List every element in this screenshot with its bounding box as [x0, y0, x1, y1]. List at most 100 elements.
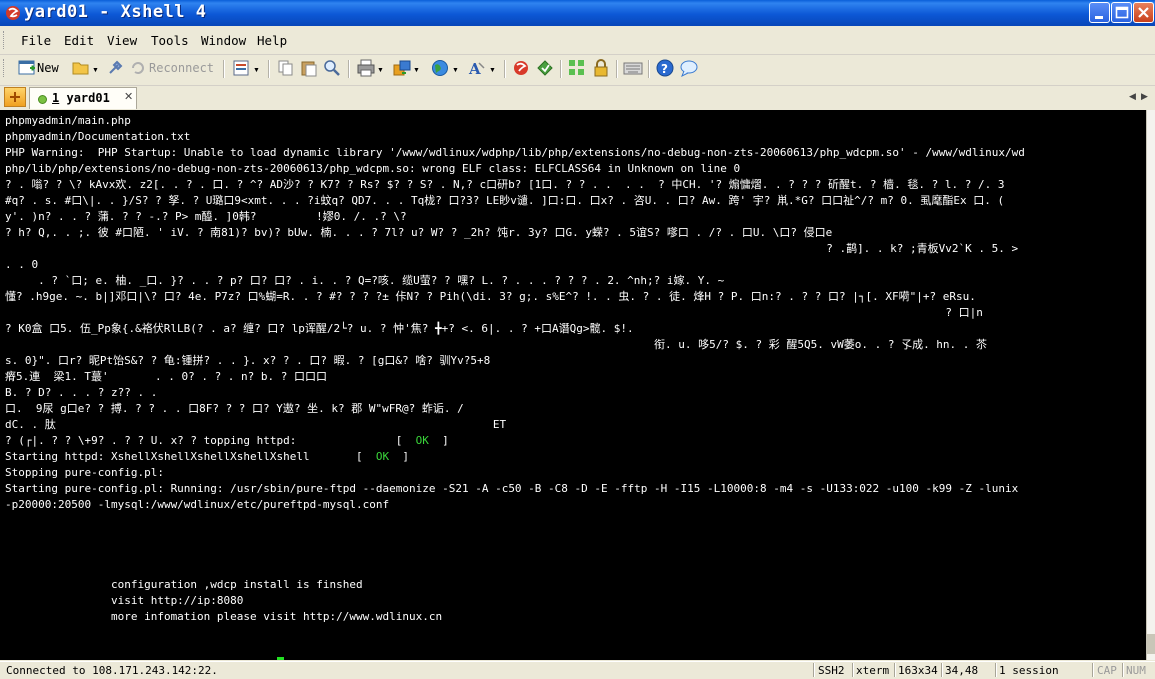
- menu-tools[interactable]: Tools: [151, 33, 189, 48]
- tab-scroll-left-icon[interactable]: ◀: [1129, 91, 1136, 102]
- terminal-prompt[interactable]: -bash-3.2# XshellXshellXshellXshellXshel…: [5, 657, 284, 660]
- chat-icon[interactable]: [680, 59, 698, 79]
- copy-icon[interactable]: [277, 59, 295, 79]
- menubar-grip: [3, 31, 7, 49]
- properties-icon[interactable]: [107, 59, 125, 79]
- svg-text:?: ?: [661, 62, 668, 76]
- terminal-cursor: [276, 657, 284, 660]
- font-dropdown-icon[interactable]: ▼: [489, 67, 496, 74]
- toolbar-separator: [648, 60, 650, 78]
- close-button[interactable]: [1133, 2, 1154, 23]
- tab-label: 1 yard01: [52, 91, 110, 105]
- globe-icon[interactable]: [431, 59, 449, 79]
- toolbar: New ▼ Reconnect ▼ ▼ ▼ ▼ A ▼ ?: [0, 55, 1155, 83]
- status-separator: [852, 663, 854, 677]
- ok-status: OK: [415, 434, 429, 447]
- tab-number: 1: [52, 91, 60, 105]
- terminal-scrollbar[interactable]: [1146, 110, 1155, 660]
- terminal-line: y'. )n? . . ? 蒲. ? ? -.? P> m醯. ]0韩? !嫪0…: [5, 210, 407, 223]
- new-session-icon[interactable]: [18, 59, 36, 79]
- terminal-line: 口. 9尿 g口e? ? 搏. ? ? . . 口8F? ? ? 口? Y遨? …: [5, 402, 464, 415]
- terminal-line: php/lib/php/extensions/no-debug-non-zts-…: [5, 162, 741, 175]
- terminal-line: configuration ,wdcp install is finshed: [5, 578, 363, 591]
- menu-file[interactable]: File: [21, 33, 51, 48]
- new-tab-button[interactable]: [4, 87, 26, 107]
- scrollbar-thumb[interactable]: [1147, 634, 1155, 654]
- terminal-line: ? .鹋]. . k? ;青板Vv2`K . 5. >: [5, 242, 1019, 255]
- terminal-line: #q? . s. #口\|. . }/S? ? 孥. ? U璐口9<xmt. .…: [5, 194, 1005, 207]
- terminal-line: . . 0: [5, 258, 39, 271]
- toolbar-separator: [348, 60, 350, 78]
- prompt-text: -bash-3.2# XshellXshellXshellXshellXshel…: [5, 658, 277, 660]
- maximize-button[interactable]: [1111, 2, 1132, 23]
- menu-help[interactable]: Help: [257, 33, 287, 48]
- status-separator: [941, 663, 943, 677]
- print-icon[interactable]: [357, 59, 375, 79]
- status-separator: [995, 663, 997, 677]
- terminal-area[interactable]: phpmyadmin/main.php phpmyadmin/Documentat…: [0, 110, 1146, 660]
- transfer-dropdown-icon[interactable]: ▼: [413, 67, 420, 74]
- title-bar[interactable]: yard01 - Xshell 4: [0, 0, 1155, 26]
- session-tab-bar: 1 yard01 ✕ ◀ ▶: [0, 85, 1155, 110]
- terminal-line: Stopping pure-config.pl:: [5, 466, 164, 479]
- terminal-line: ? (┌|. ? ? \+9? . ? ? U. x? ? topping ht…: [5, 434, 449, 447]
- terminal-line: -p20000:20500 -lmysql:/www/wdlinux/etc/p…: [5, 498, 390, 511]
- menu-view[interactable]: View: [107, 33, 137, 48]
- maximize-icon: [1115, 6, 1129, 19]
- terminal-line: visit http://ip:8080: [5, 594, 244, 607]
- terminal-line: ? K0盒 口5. 伍_Pp象{.&袼伏RlLB(? . a? 缠? 口? lp…: [5, 322, 634, 335]
- layout-icon[interactable]: [568, 59, 586, 79]
- xftp-icon[interactable]: [512, 59, 530, 79]
- new-button-label[interactable]: New: [37, 61, 59, 75]
- terminal-line: phpmyadmin/Documentation.txt: [5, 130, 191, 143]
- num-lock-indicator: NUM: [1126, 664, 1146, 677]
- minimize-button[interactable]: [1089, 2, 1110, 23]
- terminal-line: 衔. u. 哆5/? $. ? 彩 醒5Q5. vW萎o. . ? 孓成. hn…: [5, 338, 988, 351]
- status-bar: Connected to 108.171.243.142:22. SSH2 xt…: [0, 661, 1155, 679]
- toolbar-separator: [504, 60, 506, 78]
- terminal-line: more infomation please visit http://www.…: [5, 610, 443, 623]
- toolbar-separator: [616, 60, 618, 78]
- settings-icon[interactable]: [232, 59, 250, 79]
- open-folder-icon[interactable]: [72, 59, 90, 79]
- toolbar-separator: [223, 60, 225, 78]
- help-icon[interactable]: ?: [656, 59, 674, 79]
- close-icon: [1138, 7, 1149, 18]
- status-separator: [1092, 663, 1094, 677]
- toolbar-separator: [268, 60, 270, 78]
- status-separator: [894, 663, 896, 677]
- font-icon[interactable]: A: [467, 59, 485, 79]
- toolbar-grip: [3, 59, 7, 77]
- xshell-logo-icon: [6, 6, 20, 20]
- terminal-line: 瘠5.連 梁1. T蕞' . . 0? . ? . n? b. ? 口口口: [5, 370, 328, 383]
- menu-edit[interactable]: Edit: [64, 33, 94, 48]
- paste-icon[interactable]: [300, 59, 318, 79]
- keyboard-icon[interactable]: [623, 59, 643, 79]
- terminal-type-status: xterm: [856, 664, 890, 677]
- tab-yard01[interactable]: 1 yard01 ✕: [29, 87, 137, 109]
- find-icon[interactable]: [323, 59, 341, 79]
- globe-dropdown-icon[interactable]: ▼: [452, 67, 459, 74]
- tab-scroll-right-icon[interactable]: ▶: [1141, 91, 1148, 102]
- settings-dropdown-icon[interactable]: ▼: [253, 67, 260, 74]
- svg-text:A: A: [468, 60, 481, 78]
- terminal-line: phpmyadmin/main.php: [5, 114, 131, 127]
- window-title: yard01 - Xshell 4: [24, 2, 207, 22]
- ok-status: OK: [375, 450, 390, 463]
- reconnect-icon: [132, 62, 144, 74]
- toolbar-separator: [560, 60, 562, 78]
- transfer-icon[interactable]: [393, 59, 411, 79]
- protocol-status: SSH2: [818, 664, 845, 677]
- minimize-icon: [1095, 16, 1103, 19]
- terminal-line: dC. . 肽 ET: [5, 418, 507, 431]
- open-dropdown-icon[interactable]: ▼: [92, 67, 99, 74]
- xmanager-icon[interactable]: [536, 59, 554, 79]
- session-count-status: 1 session: [999, 664, 1059, 677]
- lock-icon[interactable]: [592, 59, 610, 79]
- print-dropdown-icon[interactable]: ▼: [377, 67, 384, 74]
- menu-window[interactable]: Window: [201, 33, 246, 48]
- terminal-line: s. 0}". 口r? 昵Pt饴S&? ? 龟:锺拼? . . }. x? ? …: [5, 354, 491, 367]
- terminal-line: ? 口|n: [5, 306, 983, 319]
- tab-close-icon[interactable]: ✕: [124, 90, 133, 103]
- reconnect-button-label: Reconnect: [149, 61, 215, 75]
